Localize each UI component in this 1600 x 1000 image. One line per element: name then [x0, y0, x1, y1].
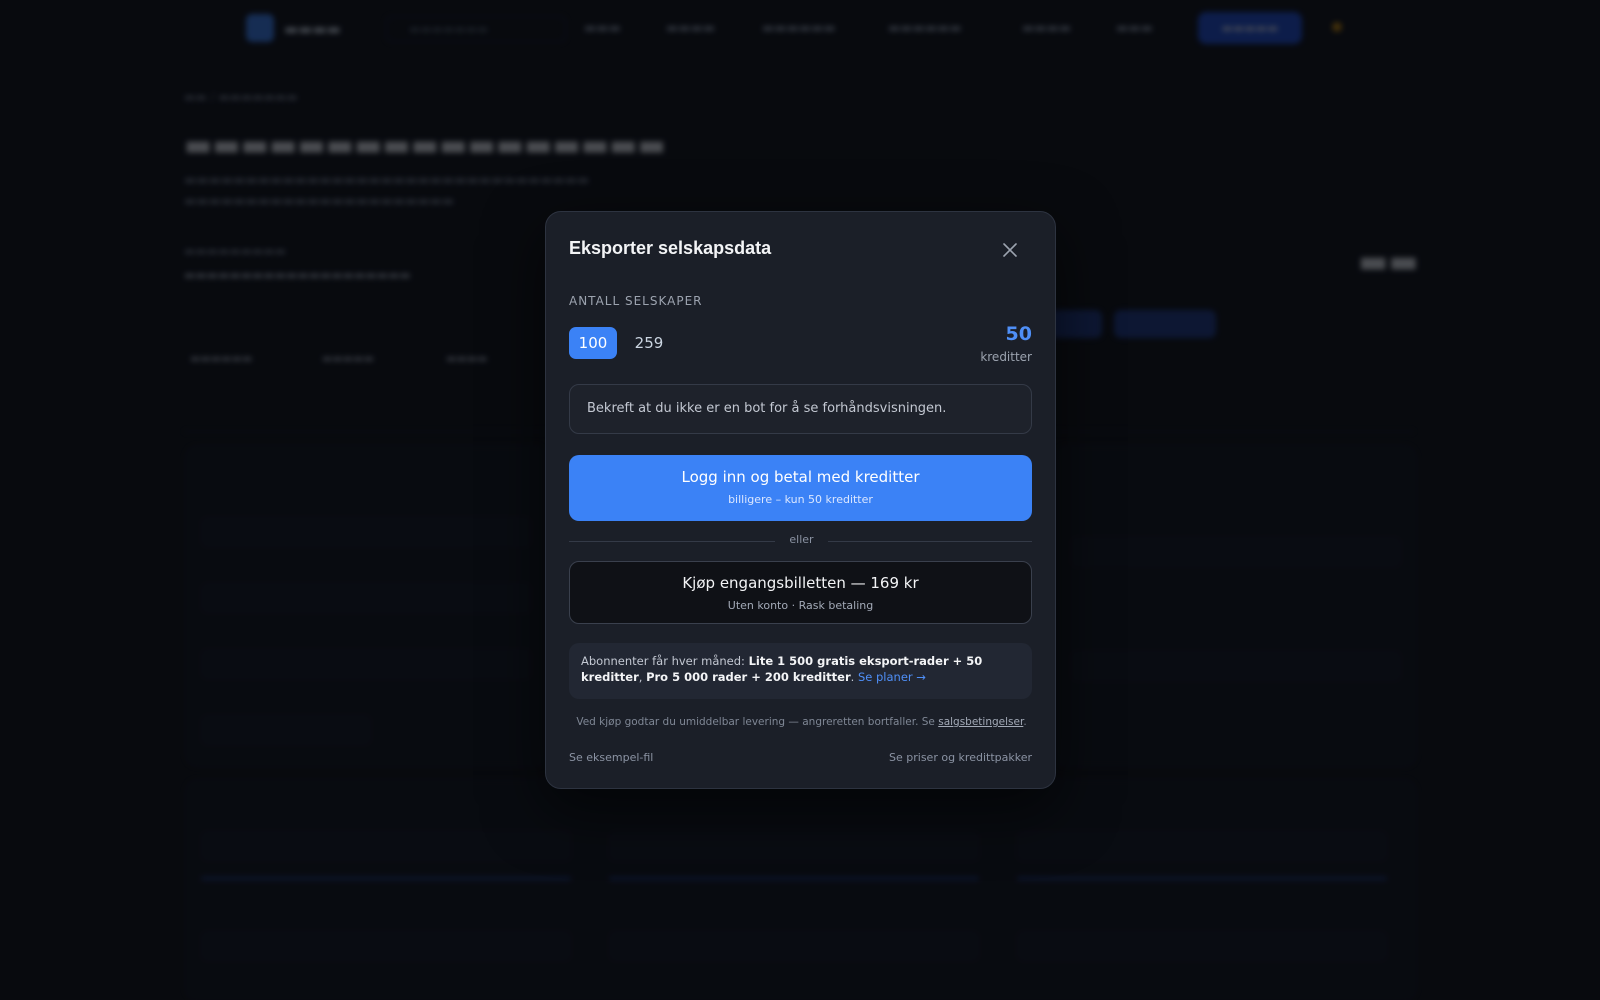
- login-pay-credits-button[interactable]: Logg inn og betal med kreditter billiger…: [569, 455, 1032, 521]
- promo-separator: ,: [638, 670, 647, 684]
- captcha-box[interactable]: Bekreft at du ikke er en bot for å se fo…: [569, 384, 1032, 434]
- option-100-button[interactable]: 100: [569, 327, 617, 359]
- sales-terms-link[interactable]: salgsbetingelser: [938, 716, 1023, 728]
- credits-label: kreditter: [980, 350, 1032, 364]
- divider-text: eller: [789, 533, 814, 546]
- captcha-text: Bekreft at du ikke er en bot for å se fo…: [587, 401, 947, 416]
- legal-text: Ved kjøp godtar du umiddelbar levering —…: [576, 716, 939, 728]
- login-pay-credits-sublabel: billigere – kun 50 kreditter: [728, 493, 873, 506]
- login-pay-credits-label: Logg inn og betal med kreditter: [681, 468, 920, 486]
- modal-title: Eksporter selskapsdata: [569, 238, 772, 258]
- promo-prefix: Abonnenter får hver måned:: [581, 654, 749, 668]
- promo-pro: Pro 5 000 rader + 200 kreditter: [646, 670, 851, 684]
- legal-notice: Ved kjøp godtar du umiddelbar levering —…: [546, 716, 1057, 728]
- see-plans-link[interactable]: Se planer →: [858, 670, 926, 684]
- sample-file-link[interactable]: Se eksempel-fil: [569, 751, 653, 764]
- buy-single-ticket-label: Kjøp engangsbilletten — 169 kr: [682, 574, 919, 592]
- credits-value: 50: [1005, 323, 1032, 345]
- legal-end: .: [1023, 716, 1027, 728]
- option-259-button[interactable]: 259: [625, 327, 673, 359]
- promo-end: .: [850, 670, 858, 684]
- company-count-label: ANTALL SELSKAPER: [569, 294, 703, 308]
- subscription-promo: Abonnenter får hver måned: Lite 1 500 gr…: [569, 643, 1032, 699]
- buy-single-ticket-button[interactable]: Kjøp engangsbilletten — 169 kr Uten kont…: [569, 561, 1032, 624]
- pricing-link[interactable]: Se priser og kredittpakker: [889, 751, 1032, 764]
- close-icon: [1003, 243, 1017, 257]
- buy-single-ticket-sublabel: Uten konto · Rask betaling: [727, 599, 874, 612]
- export-modal: Eksporter selskapsdata ANTALL SELSKAPER …: [545, 211, 1056, 789]
- close-button[interactable]: [998, 238, 1022, 262]
